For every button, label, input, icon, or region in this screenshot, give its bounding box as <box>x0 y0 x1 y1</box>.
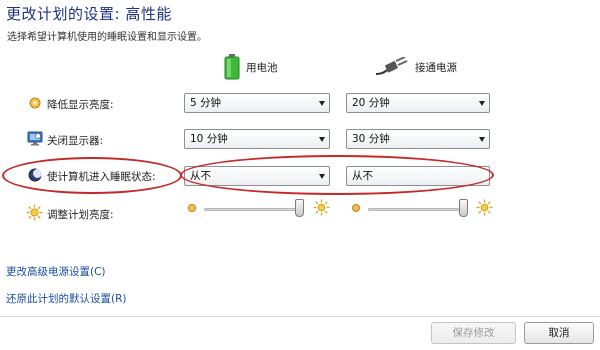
chevron-down-icon <box>319 174 325 179</box>
plugged-brightness-slider[interactable] <box>368 199 468 219</box>
slider-thumb[interactable] <box>295 199 304 217</box>
plugged-column-label: 接通电源 <box>415 61 457 74</box>
restore-defaults-link[interactable]: 还原此计划的默认设置(R) <box>6 291 127 306</box>
sleep-label: 使计算机进入睡眠状态: <box>47 171 156 183</box>
battery-column-header: 用电池 <box>224 52 278 82</box>
chevron-down-icon <box>319 137 325 142</box>
sun-dim-icon <box>29 97 41 109</box>
battery-brightness-slider[interactable] <box>204 199 304 219</box>
battery-icon <box>224 54 240 80</box>
dim-display-label: 降低显示亮度: <box>47 99 114 111</box>
monitor-icon <box>27 131 43 146</box>
slider-track <box>204 208 304 211</box>
slider-track <box>368 208 468 211</box>
dim-display-battery-value: 5 分钟 <box>190 97 222 109</box>
turn-off-display-battery-select[interactable]: 10 分钟 <box>184 129 330 149</box>
turn-off-display-plugged-select[interactable]: 30 分钟 <box>346 129 490 149</box>
dim-display-plugged-value: 20 分钟 <box>352 97 390 109</box>
moon-icon <box>28 168 42 182</box>
dim-display-plugged-select[interactable]: 20 分钟 <box>346 93 490 113</box>
chevron-down-icon <box>319 101 325 106</box>
page-subtitle: 选择希望计算机使用的睡眠设置和显示设置。 <box>7 32 207 43</box>
slider-thumb[interactable] <box>459 199 468 217</box>
sleep-battery-value: 从不 <box>190 170 211 182</box>
advanced-power-settings-link[interactable]: 更改高级电源设置(C) <box>6 264 106 279</box>
chevron-down-icon <box>479 101 485 106</box>
cancel-button[interactable]: 取消 <box>524 322 594 344</box>
brightness-high-icon <box>476 199 493 216</box>
power-plug-icon <box>375 57 408 75</box>
turn-off-display-label: 关闭显示器: <box>47 135 104 147</box>
page-title: 更改计划的设置: 高性能 <box>6 5 172 23</box>
chevron-down-icon <box>479 137 485 142</box>
brightness-high-icon <box>313 199 330 216</box>
turn-off-display-battery-value: 10 分钟 <box>190 133 228 145</box>
battery-column-label: 用电池 <box>246 61 278 74</box>
sleep-battery-select[interactable]: 从不 <box>184 166 330 186</box>
sleep-plugged-value: 从不 <box>352 170 373 182</box>
sleep-plugged-select[interactable]: 从不 <box>346 166 490 186</box>
dim-display-battery-select[interactable]: 5 分钟 <box>184 93 330 113</box>
brightness-label: 调整计划亮度: <box>47 209 114 221</box>
save-button[interactable]: 保存修改 <box>431 322 516 344</box>
brightness-low-icon <box>188 204 196 212</box>
plugged-column-header: 接通电源 <box>375 52 457 82</box>
turn-off-display-plugged-value: 30 分钟 <box>352 133 390 145</box>
brightness-low-icon <box>352 204 360 212</box>
sun-icon <box>26 204 43 221</box>
footer-divider <box>0 316 600 317</box>
